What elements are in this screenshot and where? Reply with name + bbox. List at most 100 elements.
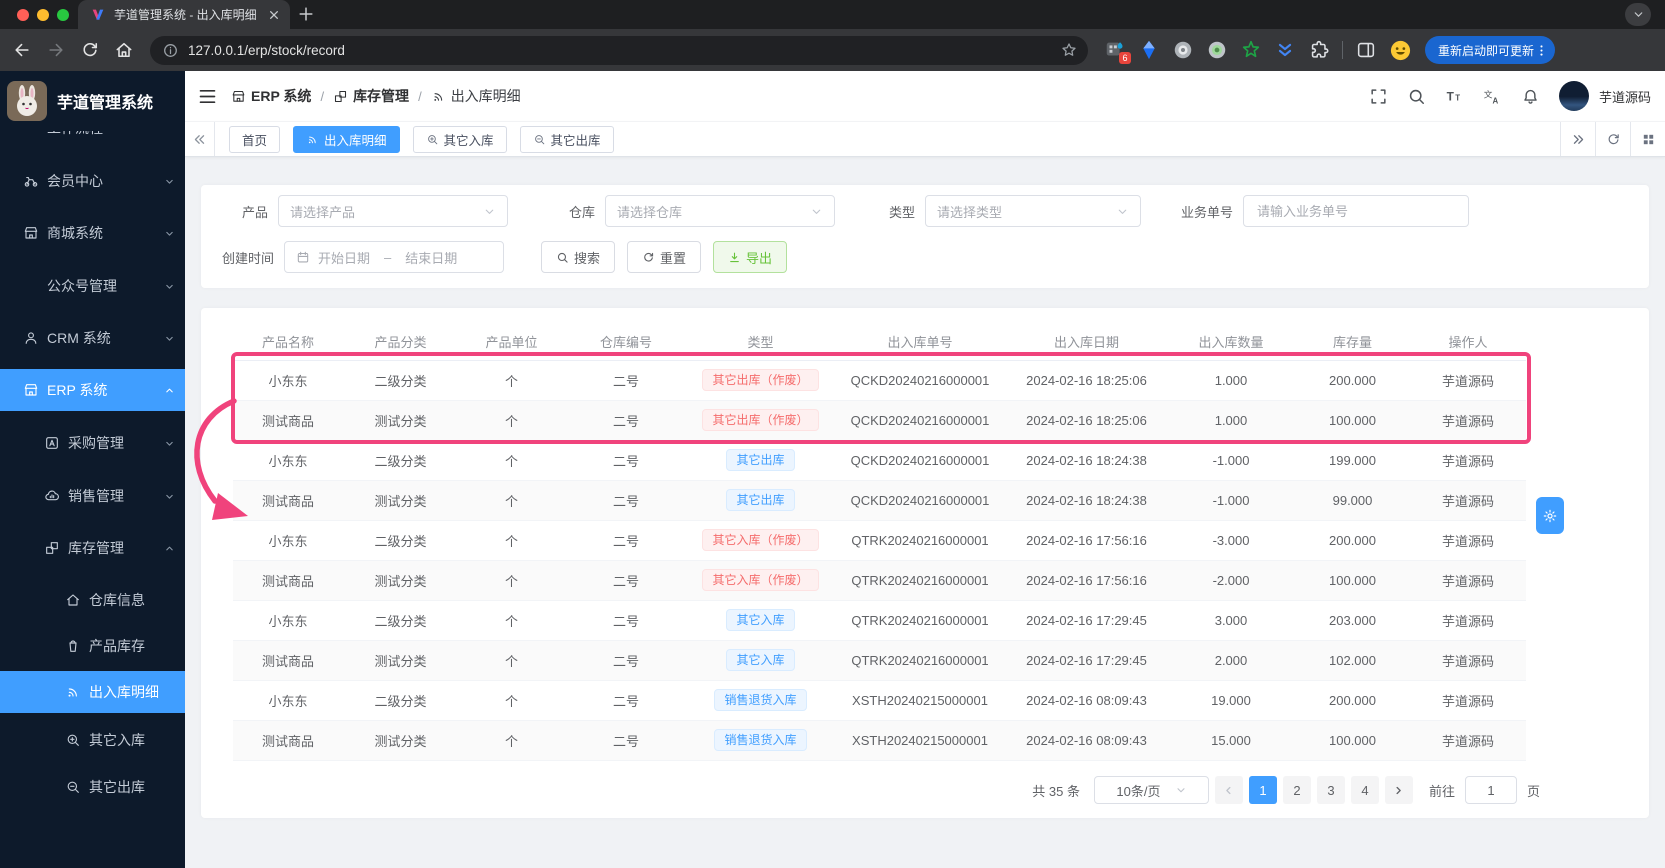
extension-green-orb-icon[interactable] [1206, 39, 1228, 61]
extension-green-star-icon[interactable] [1240, 39, 1262, 61]
refresh-page-button[interactable] [1595, 122, 1630, 156]
svg-text:T: T [1447, 89, 1455, 103]
extensions-puzzle-icon[interactable] [1308, 39, 1330, 61]
translate-icon[interactable]: 文A [1483, 87, 1502, 106]
bizno-input[interactable] [1255, 202, 1458, 220]
date-range-picker[interactable]: 开始日期 – 结束日期 [284, 241, 505, 273]
macos-minimize-button[interactable] [37, 8, 49, 21]
fullscreen-icon[interactable] [1369, 87, 1388, 106]
user-avatar[interactable] [1558, 81, 1589, 111]
macos-close-button[interactable] [17, 8, 29, 21]
sidebar-item-label: 采购管理 [68, 435, 124, 451]
extension-gray-orb-icon[interactable] [1172, 39, 1194, 61]
chevron-down-icon [1118, 209, 1127, 214]
sidebar-item-2[interactable]: 会员中心 [0, 160, 185, 202]
column-header: 出入库单号 [834, 324, 1006, 361]
export-button[interactable]: 导出 [713, 241, 788, 273]
sidebar-item-12[interactable]: 出入库明细 [0, 671, 185, 713]
settings-fab[interactable] [1536, 497, 1564, 534]
page-number-4[interactable]: 4 [1350, 776, 1379, 804]
extension-grid-icon[interactable]: 6 [1104, 39, 1131, 64]
page-number-3[interactable]: 3 [1316, 776, 1345, 804]
search-icon[interactable] [1407, 87, 1426, 106]
bizno-label: 业务单号 [1181, 204, 1234, 220]
warehouse-label: 仓库 [569, 204, 596, 220]
next-page-button[interactable] [1384, 776, 1413, 804]
page-tab-4[interactable]: 其它出库 [519, 125, 614, 153]
type-select[interactable]: 请选择类型 [925, 195, 1142, 227]
home-icon[interactable] [114, 40, 134, 60]
sidebar-item-5[interactable]: CRM 系统 [0, 317, 185, 359]
tags-scroll-left-button[interactable] [185, 122, 215, 156]
search-button[interactable]: 搜索 [541, 241, 616, 273]
site-info-icon[interactable] [162, 42, 179, 59]
macos-zoom-button[interactable] [57, 8, 69, 21]
sidebar-item-11[interactable]: 产品库存 [0, 625, 185, 667]
table-row-4[interactable]: 测试商品 测试分类个二号 其它出库 QCKD20240216000001 2024-02… [233, 480, 1526, 521]
breadcrumb-item-3[interactable]: 出入库明细 [431, 86, 521, 106]
notification-bell-icon[interactable] [1521, 87, 1540, 106]
table-row-1[interactable]: 小东东 二级分类个二号 其它出库（作废） QCKD20240216000001 2024… [233, 360, 1526, 401]
table-row-7[interactable]: 小东东 二级分类个二号 其它入库 QTRK20240216000001 2024-02-… [233, 600, 1526, 641]
product-select[interactable]: 请选择产品 [278, 195, 509, 227]
new-tab-button[interactable] [296, 4, 316, 24]
back-icon[interactable] [12, 40, 32, 60]
page-number-1[interactable]: 1 [1248, 776, 1277, 804]
refresh-icon [1608, 133, 1619, 144]
update-button[interactable]: 重新启动即可更新 [1425, 36, 1556, 64]
browser-tab[interactable]: 芋道管理系统 - 出入库明细 [78, 0, 290, 29]
layout-grid-button[interactable] [1630, 122, 1665, 156]
warehouse-select[interactable]: 请选择仓库 [605, 195, 836, 227]
sidebar-item-3[interactable]: 商城系统 [0, 212, 185, 254]
tags-scroll-right-button[interactable] [1560, 122, 1595, 156]
tab-close-icon[interactable] [266, 7, 282, 23]
url-text[interactable]: 127.0.0.1/erp/stock/record [188, 43, 1060, 58]
font-size-icon[interactable]: TT [1445, 87, 1464, 106]
table-row-6[interactable]: 测试商品 测试分类个二号 其它入库（作废） QTRK20240216000001 202… [233, 560, 1526, 601]
page-number-2[interactable]: 2 [1282, 776, 1311, 804]
address-bar[interactable]: 127.0.0.1/erp/stock/record [150, 35, 1088, 65]
reload-icon[interactable] [80, 40, 100, 60]
extension-chevrons-icon[interactable] [1274, 39, 1296, 61]
table-row-10[interactable]: 测试商品 测试分类个二号 销售退货入库 XSTH20240215000001 2024-… [233, 720, 1526, 761]
table-row-5[interactable]: 小东东 二级分类个二号 其它入库（作废） QTRK20240216000001 2024… [233, 520, 1526, 561]
tab-search-button[interactable] [1625, 3, 1651, 26]
cell-order-no: QCKD20240216000001 [834, 400, 1006, 441]
table-row-3[interactable]: 小东东 二级分类个二号 其它出库 QCKD20240216000001 2024-02-… [233, 440, 1526, 481]
extension-kite-icon[interactable] [1138, 39, 1160, 61]
cell-type: 销售退货入库 [687, 680, 834, 721]
goto-page-input[interactable] [1464, 776, 1517, 804]
cell-unit: 个 [458, 520, 565, 561]
breadcrumb-item-2[interactable]: 库存管理 [333, 86, 409, 106]
sidebar-item-4[interactable]: 公众号管理 [0, 265, 185, 307]
sidebar-item-13[interactable]: 其它入库 [0, 719, 185, 761]
sidebar-item-14[interactable]: 其它出库 [0, 766, 185, 808]
sidebar-item-6[interactable]: ERP 系统 [0, 369, 185, 411]
breadcrumb-item-1[interactable]: ERP 系统 [231, 86, 311, 106]
table-row-9[interactable]: 小东东 二级分类个二号 销售退货入库 XSTH20240215000001 2024-0… [233, 680, 1526, 721]
page-tab-1[interactable]: 首页 [229, 125, 281, 153]
storefront-icon [24, 227, 38, 239]
sidebar-item-10[interactable]: 仓库信息 [0, 579, 185, 621]
bookmark-star-icon[interactable] [1060, 41, 1078, 59]
cell-warehouse: 二号 [565, 720, 687, 761]
page-size-select[interactable]: 10条/页 [1093, 776, 1209, 804]
cell-warehouse: 二号 [565, 400, 687, 441]
page-tab-2[interactable]: 出入库明细 [293, 125, 400, 153]
table-row-2[interactable]: 测试商品 测试分类个二号 其它出库（作废） QCKD20240216000001 202… [233, 400, 1526, 441]
forward-icon[interactable] [46, 40, 66, 60]
username[interactable]: 芋道源码 [1599, 87, 1651, 106]
profile-emoji-icon[interactable] [1389, 39, 1411, 61]
sidebar-item-8[interactable]: 销售管理 [0, 475, 185, 517]
sidebar-item-9[interactable]: 库存管理 [0, 527, 185, 569]
collapse-sidebar-icon[interactable] [197, 86, 218, 107]
type-badge: 其它入库（作废） [702, 529, 819, 551]
table-row-8[interactable]: 测试商品 测试分类个二号 其它入库 QTRK20240216000001 2024-02… [233, 640, 1526, 681]
reset-button[interactable]: 重置 [627, 241, 702, 273]
prev-page-button[interactable] [1214, 776, 1243, 804]
kebab-menu-icon[interactable] [1534, 43, 1549, 58]
type-label: 类型 [889, 204, 916, 220]
side-panel-icon[interactable] [1355, 39, 1377, 61]
page-tab-3[interactable]: 其它入库 [412, 125, 507, 153]
sidebar-item-7[interactable]: 采购管理 [0, 422, 185, 464]
